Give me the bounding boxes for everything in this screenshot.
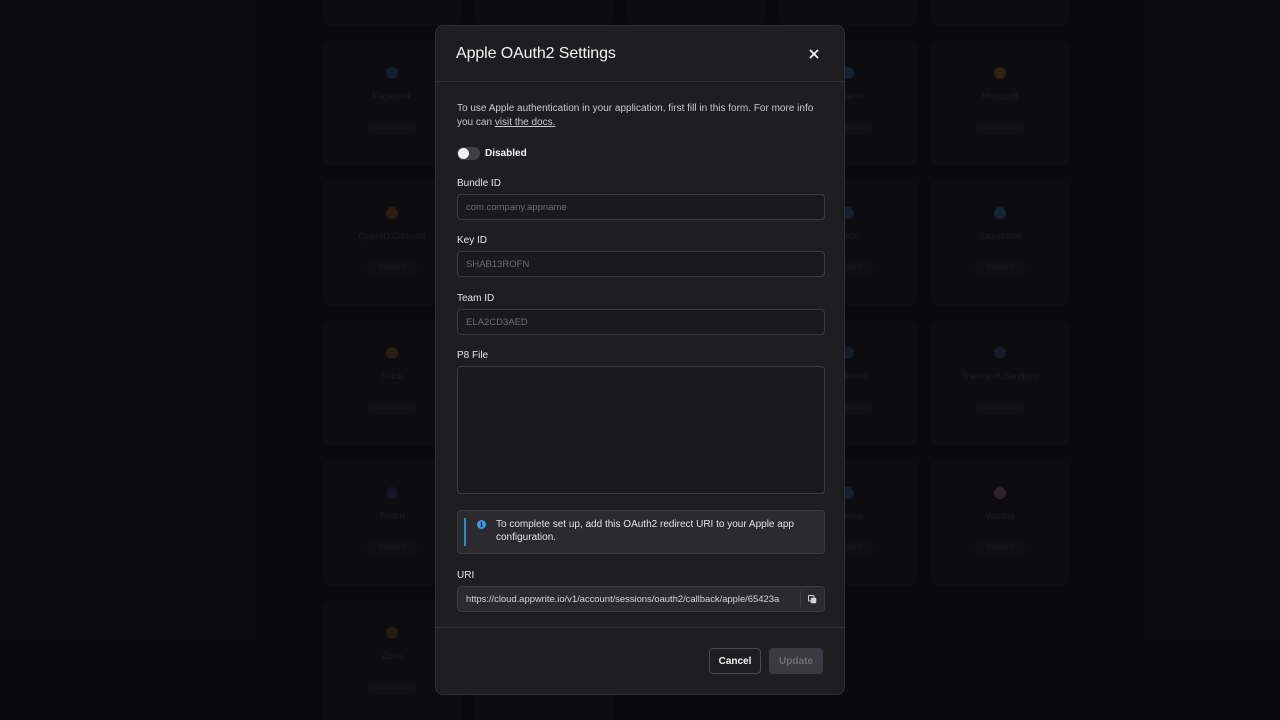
modal-title: Apple OAuth2 Settings bbox=[456, 44, 616, 62]
bundle-id-label: Bundle ID bbox=[457, 178, 501, 189]
redirect-uri-alert: i To complete set up, add this OAuth2 re… bbox=[457, 510, 825, 554]
copy-icon bbox=[808, 594, 817, 603]
p8-file-field-group: P8 File bbox=[457, 350, 825, 499]
modal-description: To use Apple authentication in your appl… bbox=[457, 102, 823, 130]
key-id-input[interactable] bbox=[457, 251, 825, 277]
uri-label: URI bbox=[457, 570, 475, 581]
uri-display: https://cloud.appwrite.io/v1/account/ses… bbox=[457, 586, 825, 612]
alert-text: To complete set up, add this OAuth2 redi… bbox=[496, 519, 794, 543]
bundle-id-input[interactable] bbox=[457, 194, 825, 220]
p8-file-label: P8 File bbox=[457, 350, 489, 361]
toggle-knob bbox=[458, 147, 469, 159]
apple-oauth-modal: Apple OAuth2 Settings To use Apple authe… bbox=[435, 25, 845, 695]
copy-uri-button[interactable] bbox=[800, 591, 824, 607]
p8-file-textarea[interactable] bbox=[457, 366, 825, 494]
team-id-label: Team ID bbox=[457, 293, 495, 304]
modal-body: To use Apple authentication in your appl… bbox=[436, 82, 844, 160]
close-icon bbox=[809, 49, 819, 58]
cancel-button[interactable]: Cancel bbox=[709, 648, 761, 674]
enable-toggle-row: Disabled bbox=[457, 146, 823, 160]
modal-header: Apple OAuth2 Settings bbox=[436, 26, 844, 82]
team-id-input[interactable] bbox=[457, 309, 825, 335]
uri-field-group: URI https://cloud.appwrite.io/v1/account… bbox=[457, 570, 825, 612]
close-button[interactable] bbox=[804, 44, 824, 64]
update-button[interactable]: Update bbox=[769, 648, 823, 674]
modal-footer: Cancel Update bbox=[436, 627, 844, 694]
toggle-label: Disabled bbox=[485, 147, 527, 159]
team-id-field-group: Team ID bbox=[457, 293, 825, 335]
key-id-label: Key ID bbox=[457, 235, 488, 246]
alert-accent-bar bbox=[464, 518, 466, 546]
docs-link[interactable]: visit the docs. bbox=[495, 117, 556, 128]
uri-value: https://cloud.appwrite.io/v1/account/ses… bbox=[466, 593, 780, 605]
enable-toggle[interactable] bbox=[457, 146, 480, 160]
key-id-field-group: Key ID bbox=[457, 235, 825, 277]
bundle-id-field-group: Bundle ID bbox=[457, 178, 825, 220]
info-icon: i bbox=[477, 520, 486, 529]
